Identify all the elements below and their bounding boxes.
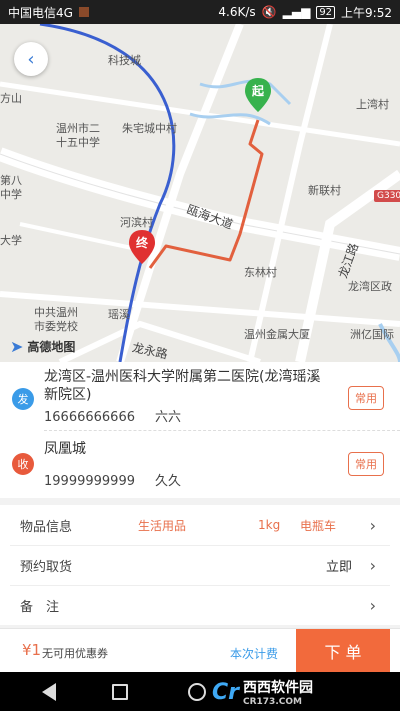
remark-row[interactable]: 备 注 › xyxy=(0,585,400,625)
nav-recents-icon[interactable] xyxy=(112,684,128,700)
watermark-logo: Cr 西西软件园 CR173.COM xyxy=(212,677,313,708)
receiver-common-button[interactable]: 常用 xyxy=(348,452,384,476)
address-divider xyxy=(44,430,400,431)
goods-vehicle: 电瓶车 xyxy=(300,518,337,533)
map-label-keji: 科技城 xyxy=(108,54,141,67)
chevron-right-icon: › xyxy=(369,515,376,535)
sender-common-button[interactable]: 常用 xyxy=(348,386,384,410)
watermark-site: CR173.COM xyxy=(243,697,302,707)
map-label-daxue: 大学 xyxy=(0,234,22,247)
mute-icon: 🔇 xyxy=(261,5,277,19)
sender-contact[interactable]: 16666666666 六六 xyxy=(44,406,181,425)
nav-home-icon[interactable] xyxy=(188,683,206,701)
map-label-jinshu: 温州金属大厦 xyxy=(244,328,310,341)
receiver-name: 久久 xyxy=(154,474,181,489)
sender-address[interactable]: 龙湾区-温州医科大学附属第二医院(龙湾瑶溪新院区) xyxy=(44,368,334,404)
notification-icon xyxy=(78,7,89,17)
receiver-contact[interactable]: 19999999999 久久 xyxy=(44,470,181,489)
sender-name: 六六 xyxy=(154,410,181,425)
price-label: ¥1 xyxy=(22,641,42,659)
map-label-donglin: 东林村 xyxy=(244,266,277,279)
map-label-yaoxi: 瑶溪 xyxy=(108,308,130,321)
fee-detail-link[interactable]: 本次计费 xyxy=(230,645,278,662)
nav-back-icon[interactable] xyxy=(42,683,56,701)
chevron-left-icon: ‹ xyxy=(27,48,35,70)
receiver-address[interactable]: 凤凰城 xyxy=(44,440,334,458)
map-label-party-school-b: 市委党校 xyxy=(34,320,78,333)
signal-icon: ▂▄▆ xyxy=(282,5,311,19)
goods-info-row[interactable]: 物品信息 生活用品 1kg 电瓶车 › xyxy=(0,505,400,545)
route-map[interactable]: ‹ 科技城 方山 朱宅城中村 温州市二 十五中学 第八 中学 大学 河滨村 瓯海… xyxy=(0,24,400,362)
network-speed: 4.6K/s xyxy=(218,5,256,19)
sender-badge: 发 xyxy=(12,388,34,410)
goods-info-label: 物品信息 xyxy=(20,519,73,535)
goods-category: 生活用品 xyxy=(138,518,187,533)
coupon-label[interactable]: 无可用优惠券 xyxy=(42,645,108,661)
start-pin-icon[interactable]: 起 xyxy=(245,78,271,112)
place-order-button[interactable]: 下 单 xyxy=(296,629,390,673)
pickup-label: 预约取货 xyxy=(20,559,73,575)
receiver-badge: 收 xyxy=(12,453,34,475)
map-label-hebin: 河滨村 xyxy=(120,216,153,229)
chevron-right-icon: › xyxy=(369,595,376,615)
order-options: 物品信息 生活用品 1kg 电瓶车 › 预约取货 立即 › 备 注 › xyxy=(0,505,400,625)
highway-shield: G330 xyxy=(374,190,400,202)
map-label-longwan: 龙湾区政 xyxy=(348,280,392,293)
map-provider-label: 高德地图 xyxy=(27,340,76,354)
receiver-phone: 19999999999 xyxy=(44,474,135,489)
map-label-xinlian: 新联村 xyxy=(308,184,341,197)
map-label-zhongxue: 中学 xyxy=(0,188,22,201)
system-nav-bar: Cr 西西软件园 CR173.COM xyxy=(0,672,400,711)
remark-label: 备 注 xyxy=(20,599,60,615)
watermark-brand: 西西软件园 xyxy=(243,680,313,696)
map-provider-logo: ➤ 高德地图 xyxy=(10,337,75,356)
map-label-shangwan: 上湾村 xyxy=(356,98,389,111)
pickup-row[interactable]: 预约取货 立即 › xyxy=(0,545,400,585)
end-pin-label: 终 xyxy=(135,236,148,250)
address-card: 发 龙湾区-温州医科大学附属第二医院(龙湾瑶溪新院区) 16666666666 六… xyxy=(0,362,400,498)
carrier-label: 中国电信4G xyxy=(8,5,73,20)
pickup-value: 立即 xyxy=(325,559,352,575)
map-label-zhuzhai: 朱宅城中村 xyxy=(122,122,177,135)
map-label-zhouyi: 洲亿国际 xyxy=(350,328,394,341)
back-button[interactable]: ‹ xyxy=(14,42,48,76)
end-pin-icon[interactable]: 终 xyxy=(129,230,155,264)
map-label-fangshan: 方山 xyxy=(0,92,22,105)
watermark-c-icon: Cr xyxy=(212,679,239,705)
start-pin-label: 起 xyxy=(251,84,264,98)
clock: 上午9:52 xyxy=(341,5,392,20)
sender-phone: 16666666666 xyxy=(44,410,135,425)
checkout-bar: ¥1 无可用优惠券 本次计费 下 单 xyxy=(0,628,400,673)
chevron-right-icon: › xyxy=(369,555,376,575)
status-bar: 中国电信4G 4.6K/s 🔇 ▂▄▆ 92 上午9:52 xyxy=(0,0,400,24)
battery-level: 92 xyxy=(316,5,336,19)
map-label-school-b: 十五中学 xyxy=(56,136,100,149)
location-arrow-icon[interactable]: ➤ xyxy=(10,337,23,356)
goods-weight: 1kg xyxy=(258,518,281,532)
